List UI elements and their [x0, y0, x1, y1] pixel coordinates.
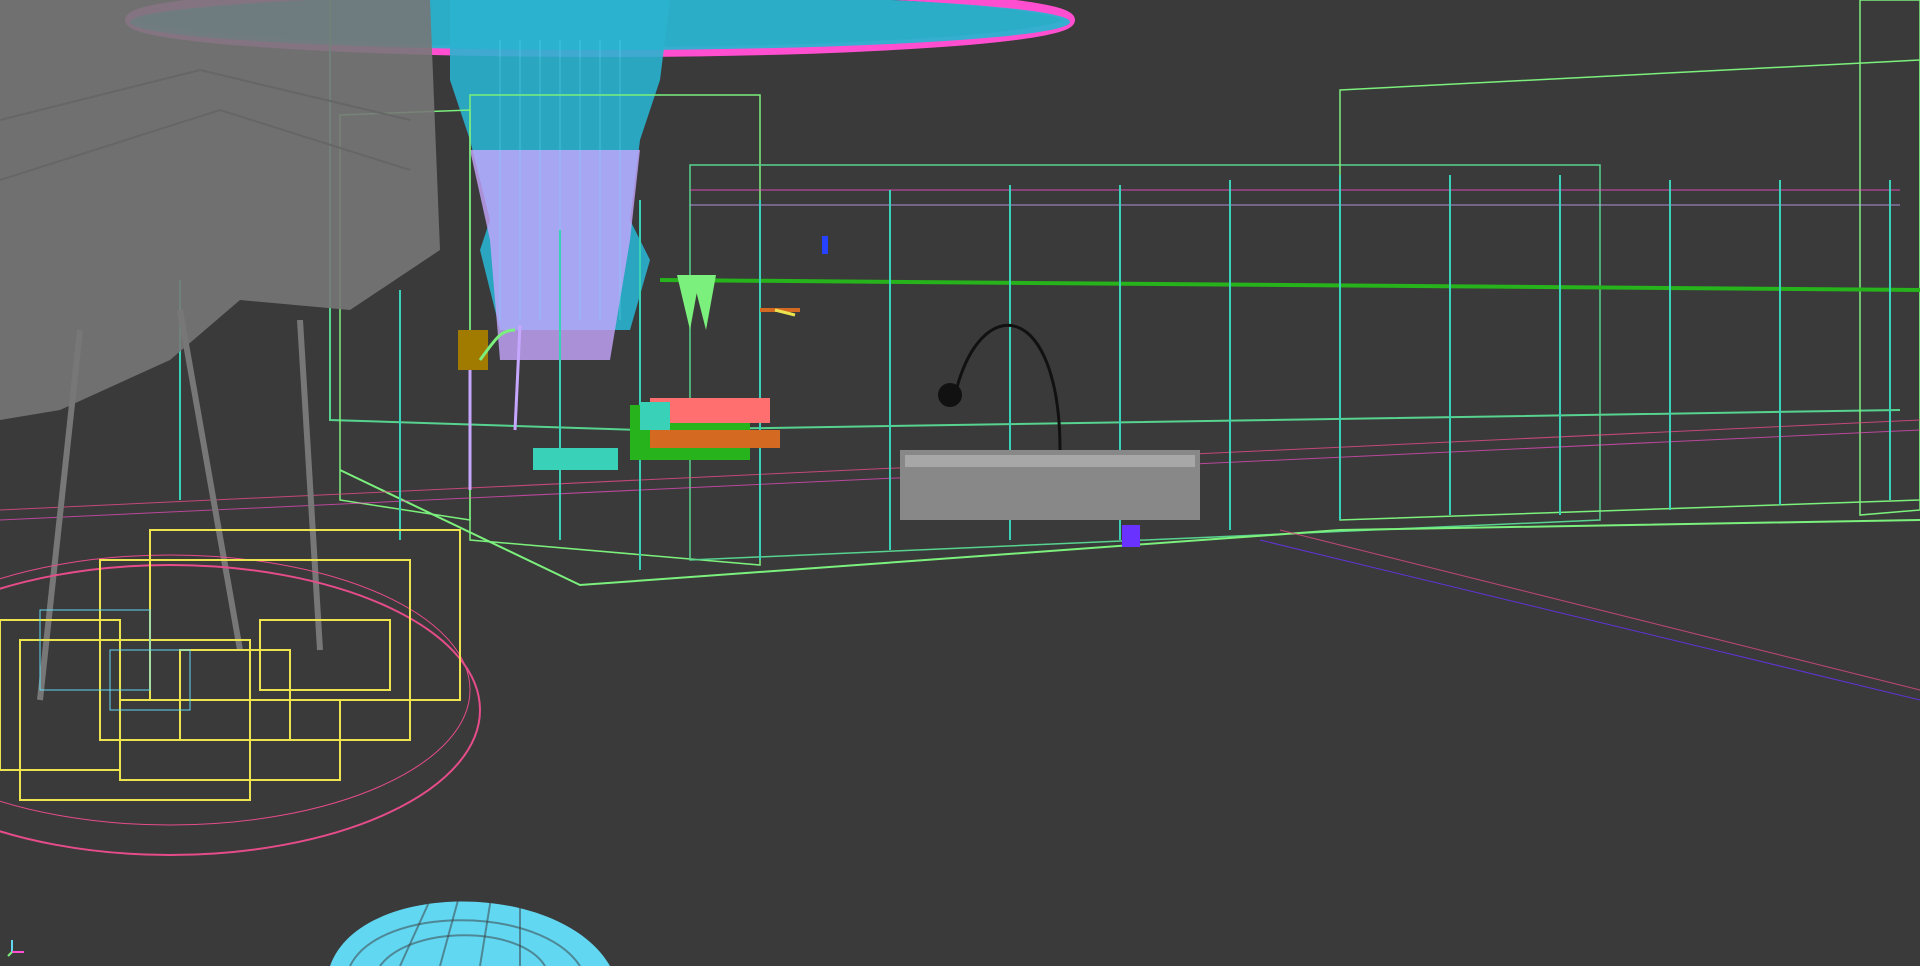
- wireframe-scene: [0, 0, 1920, 966]
- axis-tripod-icon: [6, 936, 28, 958]
- bottom-dome: [330, 891, 610, 966]
- palm-trees: [0, 0, 440, 701]
- planter-boxes: [0, 529, 481, 856]
- 3d-viewport[interactable]: [0, 0, 1920, 966]
